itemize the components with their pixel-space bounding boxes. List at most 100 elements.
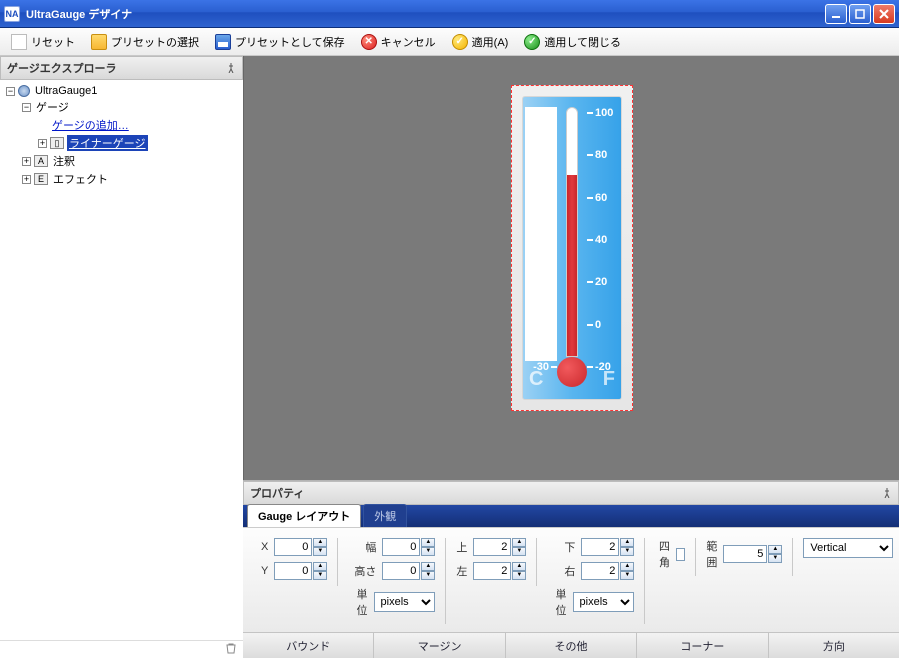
cat-bounds[interactable]: バウンド [243,633,374,658]
spin-up[interactable]: ▲ [421,562,435,571]
label-y: Y [261,565,268,577]
spin-up[interactable]: ▲ [313,562,327,571]
save-icon [215,34,231,50]
tick-c: -10 [525,288,557,300]
tree-linear-gauge[interactable]: + ▯ ライナーゲージ [38,134,241,152]
input-right[interactable] [581,562,619,580]
gauge-tree[interactable]: − UltraGauge1 − ゲージ [0,80,243,640]
label-bottom: 下 [564,539,575,555]
spin-down[interactable]: ▼ [421,571,435,580]
close-button[interactable] [873,4,895,24]
toolbar: リセット プリセットの選択 プリセットとして保存 ✕ キャンセル ✓ 適用(A)… [0,28,899,56]
input-bottom[interactable] [581,538,619,556]
gauge-root-icon [18,85,30,97]
tree-root[interactable]: − UltraGauge1 [6,84,241,98]
group-size: 幅 ▲▼ 高さ ▲▼ 単位 pixels [338,538,446,624]
properties-header: プロパティ [243,481,899,505]
category-strip: バウンド マージン その他 コーナー 方向 [243,632,899,658]
tree-effects[interactable]: + E エフェクト [22,170,241,188]
cat-corner[interactable]: コーナー [637,633,768,658]
minimize-button[interactable] [825,4,847,24]
spin-down[interactable]: ▼ [313,571,327,580]
tick-f: 40 [587,234,619,246]
tree-add-gauge[interactable]: ゲージの追加… [38,116,241,134]
tick-c: -20 [525,325,557,337]
spin-down[interactable]: ▼ [421,547,435,556]
spin-up[interactable]: ▲ [313,538,327,547]
expander-icon[interactable]: + [38,139,47,148]
select-preset-label: プリセットの選択 [111,34,199,50]
apply-button[interactable]: ✓ 適用(A) [445,31,516,53]
cat-other[interactable]: その他 [506,633,637,658]
reset-button[interactable]: リセット [4,31,82,53]
apply-close-button[interactable]: ✓ 適用して閉じる [517,31,628,53]
spin-up[interactable]: ▲ [421,538,435,547]
folder-open-icon [91,34,107,50]
properties-tabbar: Gauge レイアウト 外観 [243,505,899,527]
celsius-scale: 403020100-10-20-30 [525,107,557,361]
window-title: UltraGauge デザイナ [26,6,825,22]
cat-margin[interactable]: マージン [374,633,505,658]
apply-close-icon: ✓ [524,34,540,50]
spin-down[interactable]: ▼ [512,547,526,556]
checkbox-square[interactable] [676,548,685,561]
gauge-selection[interactable]: 403020100-10-20-30 100806040200-20 C F [511,85,633,411]
cancel-button[interactable]: ✕ キャンセル [354,31,443,53]
spin-up[interactable]: ▲ [768,545,782,554]
select-unit-margin[interactable]: pixels [573,592,635,612]
tree-annotations[interactable]: + A 注釈 [22,152,241,170]
save-preset-button[interactable]: プリセットとして保存 [208,31,352,53]
spin-down[interactable]: ▼ [768,554,782,563]
input-x[interactable] [274,538,312,556]
tick-c: 30 [525,143,557,155]
expander-icon[interactable]: − [22,103,31,112]
select-unit-bounds[interactable]: pixels [374,592,436,612]
maximize-button[interactable] [849,4,871,24]
tick-c: 40 [525,107,557,119]
add-gauge-link[interactable]: ゲージの追加… [50,117,131,133]
spin-up[interactable]: ▲ [512,562,526,571]
tab-gauge-layout[interactable]: Gauge レイアウト [247,504,361,527]
spin-down[interactable]: ▼ [620,547,634,556]
effects-label: エフェクト [51,171,110,187]
pin-icon[interactable] [226,63,236,73]
pin-icon[interactable] [882,488,892,498]
explorer-footer [0,640,243,658]
trash-icon[interactable] [225,642,237,657]
expander-icon[interactable]: + [22,157,31,166]
cat-direction[interactable]: 方向 [769,633,899,658]
expander-icon[interactable]: + [22,175,31,184]
annotations-label: 注釈 [51,153,77,169]
input-extent[interactable] [723,545,767,563]
spin-up[interactable]: ▲ [512,538,526,547]
input-width[interactable] [382,538,420,556]
design-canvas[interactable]: 403020100-10-20-30 100806040200-20 C F [243,56,899,480]
properties-title: プロパティ [250,485,304,501]
group-square: 四角 [645,538,696,576]
input-height[interactable] [382,562,420,580]
expander-icon[interactable]: − [6,87,15,96]
reset-label: リセット [31,34,75,50]
thermometer-stem [566,107,578,357]
spin-down[interactable]: ▼ [313,547,327,556]
titlebar: NA UltraGauge デザイナ [0,0,899,28]
effect-icon: E [34,173,48,185]
spin-up[interactable]: ▲ [620,562,634,571]
spin-down[interactable]: ▼ [620,571,634,580]
tab-appearance[interactable]: 外観 [363,504,407,527]
select-preset-button[interactable]: プリセットの選択 [84,31,206,53]
input-left[interactable] [473,562,511,580]
apply-close-label: 適用して閉じる [544,34,621,50]
group-extent: 範囲 ▲▼ [696,538,793,576]
spin-down[interactable]: ▼ [512,571,526,580]
thermometer-bulb [557,357,587,387]
group-orientation: Vertical [793,538,899,564]
spin-up[interactable]: ▲ [620,538,634,547]
tree-gauges[interactable]: − ゲージ [22,98,241,116]
select-orientation[interactable]: Vertical [803,538,893,558]
label-height: 高さ [354,563,376,579]
input-y[interactable] [274,562,312,580]
input-top[interactable] [473,538,511,556]
tick-f: 100 [587,107,619,119]
linear-gauge-icon: ▯ [50,137,64,149]
